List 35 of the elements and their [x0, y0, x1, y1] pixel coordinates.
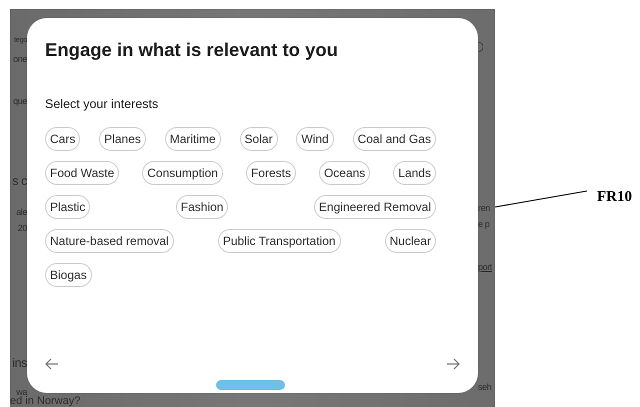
interest-chip[interactable]: Biogas	[45, 263, 92, 287]
interest-chip[interactable]: Consumption	[142, 161, 223, 185]
interest-chip[interactable]: Forests	[246, 161, 296, 185]
interest-chip[interactable]: Solar	[240, 127, 278, 151]
dialog-title: Engage in what is relevant to you	[45, 38, 339, 62]
back-arrow-icon[interactable]	[45, 358, 59, 370]
interest-chip[interactable]: Engineered Removal	[314, 195, 436, 219]
interest-chip[interactable]: Cars	[45, 127, 80, 151]
interest-chip[interactable]: Planes	[99, 127, 146, 151]
page-text: wa	[16, 386, 27, 397]
heading-text: ins	[12, 355, 27, 372]
interest-chip[interactable]: Maritime	[164, 127, 221, 151]
page-text: ren	[478, 202, 490, 214]
interest-chip[interactable]: Wind	[296, 127, 334, 151]
interest-chip[interactable]: Public Transportation	[218, 229, 341, 253]
interest-chip[interactable]: Nature-based removal	[45, 229, 174, 253]
forward-arrow-icon[interactable]	[446, 358, 460, 370]
page-text: one	[13, 53, 27, 65]
heading-text: s c	[12, 173, 27, 190]
interest-chip[interactable]: Food Waste	[45, 161, 120, 185]
page-text: e p	[478, 218, 490, 230]
interest-chip[interactable]: Coal and Gas	[352, 127, 436, 151]
interest-chip[interactable]: Oceans	[318, 161, 370, 185]
interest-chip[interactable]: Fashion	[176, 195, 228, 219]
page-text: ale	[16, 206, 27, 218]
figure-label: FR10	[597, 188, 632, 206]
interest-chip[interactable]: Plastic	[45, 195, 90, 219]
page-text: seh	[478, 381, 492, 393]
dialog-subtitle: Select your interests	[45, 96, 160, 112]
interest-chip[interactable]: Lands	[393, 161, 436, 185]
progress-pill	[216, 380, 285, 390]
page-text: ed in Norway?	[10, 395, 82, 407]
interest-chip[interactable]: Nuclear	[384, 229, 436, 253]
page-text: 20	[18, 222, 27, 234]
page-text: que	[13, 95, 27, 107]
